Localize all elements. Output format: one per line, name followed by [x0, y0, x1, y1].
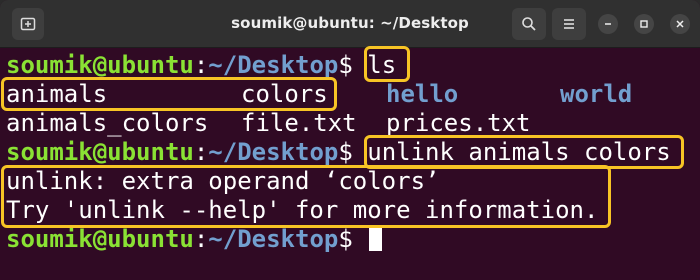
terminal-line: soumik@ubuntu:~/Desktop$ — [6, 225, 700, 254]
prompt-user-host: soumik@ubuntu — [6, 225, 194, 253]
window-title: soumik@ubuntu: ~/Desktop — [231, 14, 469, 32]
prompt-user-host: soumik@ubuntu — [6, 138, 194, 166]
command-text: ls — [367, 51, 397, 79]
maximize-button[interactable] — [634, 14, 654, 34]
text-cursor — [369, 227, 383, 251]
ls-entry: animals — [6, 80, 108, 108]
terminal-content[interactable]: soumik@ubuntu:~/Desktop$ ls animals colo… — [0, 48, 700, 280]
ls-entry: animals_colors — [6, 109, 209, 137]
terminal-line: soumik@ubuntu:~/Desktop$ unlink animals … — [6, 138, 700, 167]
ls-entry: file.txt — [241, 109, 357, 137]
maximize-icon — [640, 20, 648, 28]
terminal-window: soumik@ubuntu: ~/Desktop soumik@ubuntu:~… — [0, 0, 700, 280]
terminal-line: soumik@ubuntu:~/Desktop$ ls — [6, 51, 700, 80]
prompt-user-host: soumik@ubuntu — [6, 51, 194, 79]
prompt-path: ~/Desktop — [208, 51, 339, 79]
prompt-dollar: $ — [338, 225, 353, 253]
command-text: unlink animals colors — [367, 138, 671, 166]
close-button[interactable] — [670, 14, 690, 34]
error-line: unlink: extra operand ‘colors’ — [6, 167, 440, 195]
error-line: Try 'unlink --help' for more information… — [6, 196, 599, 224]
prompt-colon: : — [193, 51, 209, 79]
prompt-path: ~/Desktop — [208, 138, 339, 166]
ls-entry: colors — [241, 80, 328, 108]
menu-button[interactable] — [552, 8, 586, 40]
prompt-colon: : — [193, 138, 209, 166]
ls-entry: prices.txt — [386, 109, 531, 137]
close-icon — [676, 20, 684, 28]
prompt-path: ~/Desktop — [208, 225, 339, 253]
ls-output-row: animals colors hello world — [6, 80, 700, 109]
hamburger-menu-icon — [564, 19, 574, 29]
title-bar: soumik@ubuntu: ~/Desktop — [0, 0, 700, 48]
search-icon — [522, 17, 536, 31]
prompt-colon: : — [193, 225, 209, 253]
prompt-dollar: $ — [338, 138, 353, 166]
minimize-icon — [605, 23, 611, 25]
minimize-button[interactable] — [598, 14, 618, 34]
ls-entry-directory: world — [560, 80, 633, 108]
search-button[interactable] — [512, 8, 546, 40]
prompt-dollar: $ — [338, 51, 353, 79]
ls-output-row: animals_colors file.txt prices.txt — [6, 109, 700, 138]
ls-entry-directory: hello — [386, 80, 459, 108]
